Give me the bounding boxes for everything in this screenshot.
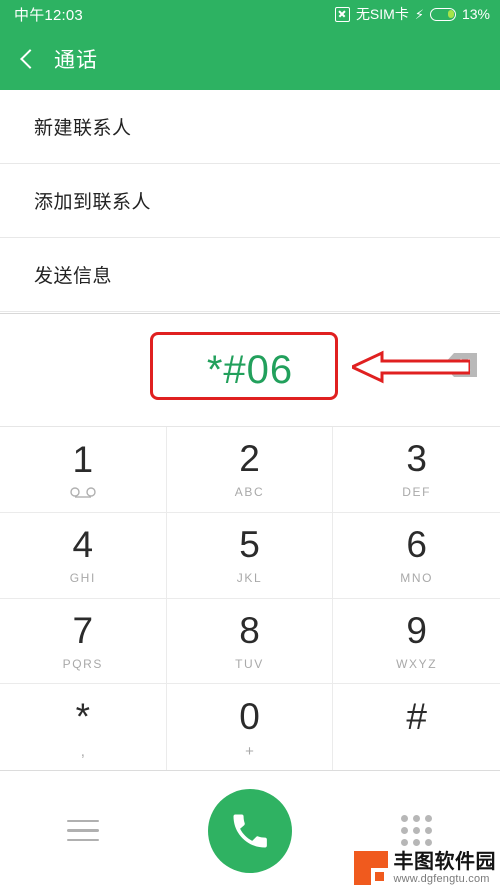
key-0[interactable]: 0 + (166, 684, 334, 770)
dialpad-keys: 1 2 ABC 3 DEF 4 GHI 5 JKL 6 MNO 7 PQRS 8… (0, 426, 500, 771)
key-digit: 1 (72, 438, 94, 480)
key-digit: 6 (406, 524, 427, 566)
watermark-url: www.dgfengtu.com (393, 872, 490, 885)
key-digit: 9 (406, 609, 427, 651)
key-3[interactable]: 3 DEF (333, 427, 500, 513)
key-sublabel: DEF (402, 485, 432, 500)
dialpad-grid-icon (401, 815, 433, 846)
sim-status-label: 无SIM卡 (355, 6, 409, 22)
watermark: 丰图软件园 www.dgfengtu.com (353, 850, 497, 885)
key-sublabel: PQRS (62, 656, 104, 671)
key-digit: 3 (406, 438, 427, 480)
key-sublabel: + (245, 743, 254, 761)
number-display-row: *#06 (0, 314, 500, 426)
key-sublabel: GHI (69, 571, 96, 586)
list-item-label: 添加到联系人 (34, 192, 152, 213)
key-digit: * (75, 696, 91, 738)
watermark-logo-icon (353, 850, 388, 885)
key-9[interactable]: 9 WXYZ (333, 598, 500, 685)
page-title: 通话 (54, 49, 98, 72)
key-sublabel: WXYZ (396, 656, 438, 671)
hamburger-menu-icon (67, 819, 100, 842)
call-button[interactable] (208, 788, 292, 873)
action-list: 新建联系人 添加到联系人 发送信息 (0, 90, 500, 316)
key-digit: 2 (239, 438, 260, 480)
key-1[interactable]: 1 (0, 427, 167, 513)
phone-screen: 中午12:03 无SIM卡 ⚡ 13% 通话 新建联系人 添加到联系人 发送信息 (0, 0, 500, 889)
phone-handset-icon (233, 814, 267, 847)
key-sublabel: JKL (236, 571, 263, 586)
status-time: 中午12:03 (14, 6, 83, 24)
key-sublabel: ABC (234, 485, 265, 500)
key-digit: 4 (72, 524, 94, 566)
backspace-icon[interactable] (442, 352, 478, 378)
status-indicators: 无SIM卡 ⚡ 13% (334, 4, 490, 24)
list-item[interactable]: 发送信息 (0, 238, 500, 312)
key-sublabel: , (80, 743, 85, 761)
watermark-name: 丰图软件园 (393, 850, 496, 873)
key-digit: # (406, 696, 427, 738)
voicemail-icon (68, 486, 98, 498)
keypad-toggle-button[interactable] (333, 815, 500, 846)
battery-percent-label: 13% (461, 6, 490, 22)
status-bar: 中午12:03 无SIM卡 ⚡ 13% (0, 0, 500, 28)
no-sim-icon (334, 6, 350, 22)
key-5[interactable]: 5 JKL (166, 512, 334, 599)
watermark-text: 丰图软件园 www.dgfengtu.com (394, 851, 497, 885)
key-sublabel: MNO (400, 571, 434, 586)
list-item-label: 发送信息 (34, 266, 113, 287)
chevron-left-icon[interactable] (16, 48, 38, 70)
key-star[interactable]: * , (0, 684, 167, 770)
key-hash[interactable]: # (333, 684, 500, 770)
battery-icon (429, 7, 456, 21)
key-4[interactable]: 4 GHI (0, 512, 167, 599)
key-digit: 5 (239, 524, 260, 566)
menu-button[interactable] (0, 819, 167, 842)
key-8[interactable]: 8 TUV (166, 598, 334, 685)
dialed-number[interactable]: *#06 (207, 348, 293, 393)
key-7[interactable]: 7 PQRS (0, 598, 167, 685)
key-2[interactable]: 2 ABC (166, 427, 334, 513)
call-button-slot (167, 788, 334, 873)
list-item-label: 新建联系人 (34, 118, 132, 139)
dialer-panel: *#06 1 2 ABC 3 DEF 4 GHI 5 JKL 6 MNO 7 P… (0, 313, 500, 889)
list-item[interactable]: 新建联系人 (0, 90, 500, 164)
key-6[interactable]: 6 MNO (333, 512, 500, 599)
charging-bolt-icon: ⚡ (414, 6, 424, 22)
list-item[interactable]: 添加到联系人 (0, 164, 500, 238)
battery-fill (447, 9, 454, 19)
key-digit: 8 (239, 609, 260, 651)
key-digit: 7 (72, 609, 94, 651)
app-bar: 通话 (0, 28, 500, 90)
key-sublabel: TUV (235, 656, 264, 671)
key-digit: 0 (239, 696, 260, 738)
